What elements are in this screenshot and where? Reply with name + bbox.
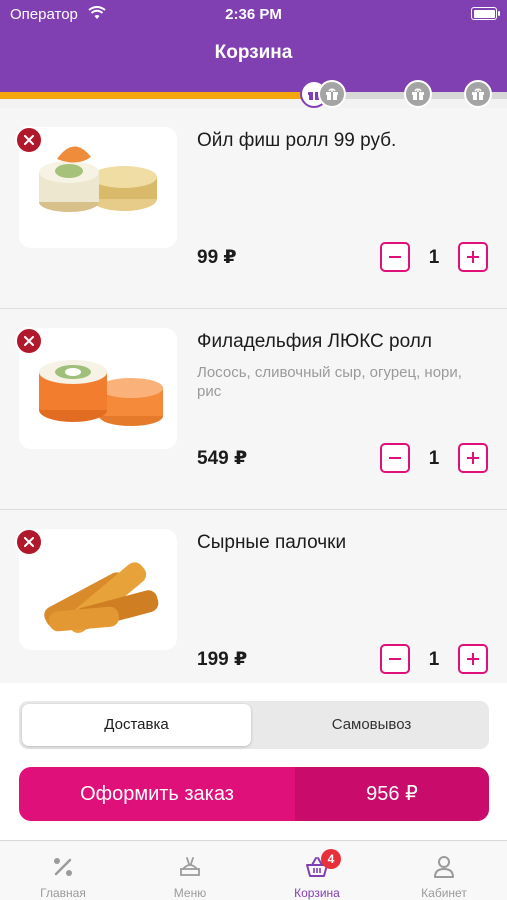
menu-icon — [180, 857, 200, 876]
decrease-quantity-button[interactable] — [380, 242, 410, 272]
tab-label: Меню — [173, 886, 207, 900]
cart-list[interactable]: Ойл фиш ролл 99 руб. 99 ₽ 1 Филадельфия … — [0, 108, 507, 683]
item-quantity: 1 — [428, 247, 440, 268]
checkout-panel: Доставка Самовывоз Оформить заказ 956 ₽ — [0, 683, 507, 840]
product-image[interactable] — [19, 328, 177, 449]
cart-item: Ойл фиш ролл 99 руб. 99 ₽ 1 — [0, 108, 507, 309]
status-bar: Оператор 2:36 PM — [0, 0, 507, 28]
minus-icon — [389, 256, 401, 258]
tab-account[interactable]: Кабинет — [381, 841, 507, 900]
decrease-quantity-button[interactable] — [380, 443, 410, 473]
battery-icon — [471, 7, 500, 20]
cart-count-badge: 4 — [321, 849, 341, 869]
remove-item-button[interactable] — [15, 126, 43, 154]
tab-label: Корзина — [294, 886, 340, 900]
gift-icon[interactable] — [318, 80, 346, 108]
tab-home[interactable]: Главная — [0, 841, 126, 900]
increase-quantity-button[interactable] — [458, 644, 488, 674]
close-icon — [24, 537, 34, 547]
pickup-option[interactable]: Самовывоз — [257, 704, 486, 746]
close-icon — [24, 336, 34, 346]
item-name: Филадельфия ЛЮКС ролл — [197, 331, 432, 352]
minus-icon — [389, 457, 401, 459]
close-icon — [24, 135, 34, 145]
remove-item-button[interactable] — [15, 327, 43, 355]
page-title: Корзина — [214, 42, 293, 63]
cart-item: Филадельфия ЛЮКС ролл Лосось, сливочный … — [0, 309, 507, 510]
tab-label: Главная — [40, 886, 86, 900]
remove-item-button[interactable] — [15, 528, 43, 556]
item-price: 199 ₽ — [197, 649, 248, 670]
item-quantity: 1 — [428, 649, 440, 670]
gift-icon[interactable] — [404, 80, 432, 108]
order-total: 956 ₽ — [295, 767, 489, 821]
delivery-option[interactable]: Доставка — [22, 704, 251, 746]
item-price: 549 ₽ — [197, 448, 248, 469]
percent-icon — [54, 858, 72, 876]
plus-icon — [467, 653, 479, 665]
minus-icon — [389, 658, 401, 660]
checkout-label: Оформить заказ — [80, 783, 234, 805]
item-quantity: 1 — [428, 448, 440, 469]
decrease-quantity-button[interactable] — [380, 644, 410, 674]
clock: 2:36 PM — [225, 6, 282, 23]
product-image[interactable] — [19, 127, 177, 248]
increase-quantity-button[interactable] — [458, 242, 488, 272]
tab-bar: Главная Меню 4 Корзина Кабинет — [0, 840, 507, 900]
product-image[interactable] — [19, 529, 177, 650]
item-price: 99 ₽ — [197, 247, 237, 268]
gift-icon[interactable] — [464, 80, 492, 108]
user-icon — [434, 856, 454, 878]
delivery-method-switch[interactable]: Доставка Самовывоз — [19, 701, 489, 749]
tab-cart[interactable]: 4 Корзина — [254, 841, 380, 900]
increase-quantity-button[interactable] — [458, 443, 488, 473]
cart-item: Сырные палочки 199 ₽ 1 — [0, 510, 507, 683]
gift-progress-fill — [0, 92, 310, 99]
header: Оператор 2:36 PM Корзина — [0, 0, 507, 92]
item-name: Сырные палочки — [197, 532, 347, 553]
tab-label: Кабинет — [421, 886, 467, 900]
plus-icon — [467, 452, 479, 464]
tab-menu[interactable]: Меню — [127, 841, 253, 900]
plus-icon — [467, 251, 479, 263]
checkout-button[interactable]: Оформить заказ 956 ₽ — [19, 767, 489, 821]
item-description: Лосось, сливочный сыр, огурец, нори, рис — [197, 364, 462, 400]
item-name: Ойл фиш ролл 99 руб. — [197, 130, 397, 151]
